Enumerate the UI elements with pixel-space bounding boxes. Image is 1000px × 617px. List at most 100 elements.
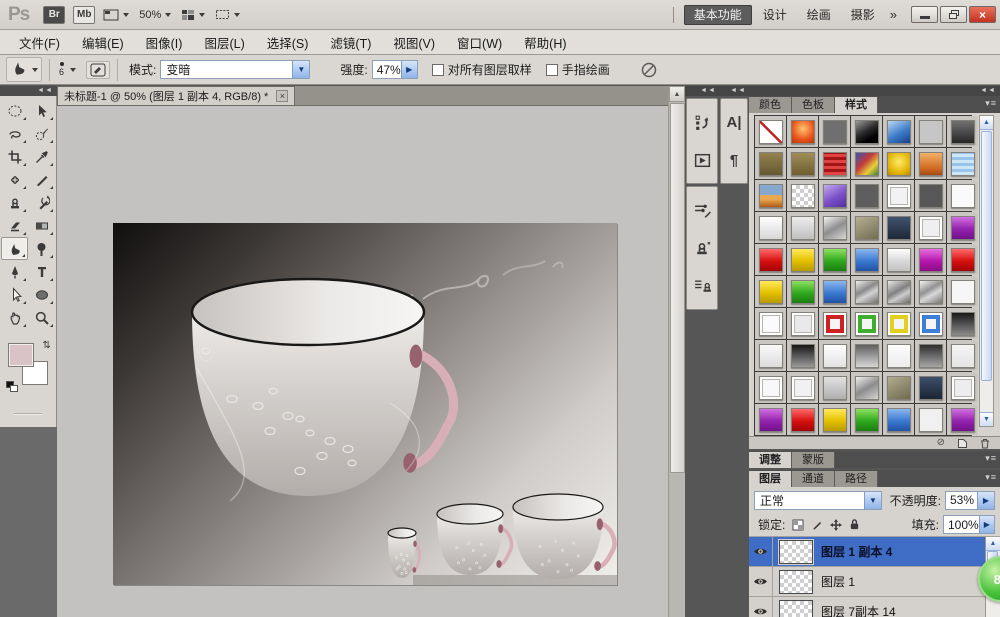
- ellipse-shape-tool[interactable]: [28, 283, 55, 306]
- style-swatch-25[interactable]: [855, 216, 879, 240]
- style-swatch-6[interactable]: [919, 120, 943, 144]
- style-swatch-23[interactable]: [791, 216, 815, 240]
- finger-painting-checkbox[interactable]: [546, 64, 558, 76]
- pen-tool[interactable]: [1, 260, 28, 283]
- brush-tool[interactable]: [28, 168, 55, 191]
- style-swatch-49[interactable]: [951, 312, 975, 336]
- fill-input[interactable]: 100% ▶: [943, 515, 995, 534]
- layer-thumbnail[interactable]: [779, 570, 813, 594]
- style-swatch-3[interactable]: [823, 120, 847, 144]
- layers-tab-通道[interactable]: 通道: [792, 471, 835, 487]
- styles-tab-色板[interactable]: 色板: [792, 97, 835, 113]
- tools-panel-collapse[interactable]: ◄◄: [0, 86, 57, 96]
- minimize-button[interactable]: [911, 6, 938, 23]
- zoom-level-button[interactable]: 50%: [139, 9, 171, 21]
- document-tab[interactable]: 未标题-1 @ 50% (图层 1 副本 4, RGB/8) * ×: [57, 86, 295, 105]
- style-swatch-57[interactable]: [759, 376, 783, 400]
- dock-collapse[interactable]: ◄◄: [749, 86, 1000, 96]
- style-swatch-61[interactable]: [887, 376, 911, 400]
- layer-row[interactable]: 图层 7副本 14: [749, 597, 1000, 617]
- clear-style-icon[interactable]: ⊘: [937, 438, 945, 448]
- style-swatch-32[interactable]: [855, 248, 879, 272]
- layer-thumbnail[interactable]: [779, 600, 813, 617]
- style-swatch-17[interactable]: [823, 184, 847, 208]
- delete-style-icon[interactable]: [980, 438, 990, 449]
- style-swatch-38[interactable]: [823, 280, 847, 304]
- style-swatch-16[interactable]: [791, 184, 815, 208]
- workspace-button-绘画[interactable]: 绘画: [798, 6, 840, 24]
- style-swatch-62[interactable]: [919, 376, 943, 400]
- layer-row[interactable]: 图层 1 副本 4: [749, 537, 1000, 567]
- menu-item[interactable]: 图层(L): [193, 30, 255, 55]
- style-swatch-8[interactable]: [759, 152, 783, 176]
- type-tool[interactable]: [28, 260, 55, 283]
- close-document-icon[interactable]: ×: [276, 90, 288, 102]
- style-swatch-24[interactable]: [823, 216, 847, 240]
- character-panel-icon[interactable]: A|: [721, 103, 747, 141]
- history-panel-icon[interactable]: [687, 103, 717, 141]
- tool-presets-panel-icon[interactable]: [687, 267, 717, 305]
- layers-tab-图层[interactable]: 图层: [749, 471, 792, 487]
- swap-colors-icon[interactable]: ⇄: [40, 340, 51, 348]
- lock-all-icon[interactable]: [849, 518, 860, 531]
- panel-menu-icon[interactable]: ▾≡: [985, 453, 997, 464]
- menu-item[interactable]: 帮助(H): [513, 30, 577, 55]
- menu-item[interactable]: 视图(V): [382, 30, 446, 55]
- dodge-tool[interactable]: [28, 237, 55, 260]
- arrange-documents-button[interactable]: [181, 9, 205, 21]
- style-swatch-46[interactable]: [855, 312, 879, 336]
- airbrush-icon[interactable]: [640, 61, 658, 79]
- strip-collapse[interactable]: ◄◄: [685, 86, 719, 96]
- style-swatch-68[interactable]: [887, 408, 911, 432]
- scroll-down-icon[interactable]: ▼: [980, 412, 993, 426]
- smudge-tool[interactable]: [1, 237, 28, 260]
- styles-tab-样式[interactable]: 样式: [835, 97, 878, 113]
- style-swatch-52[interactable]: [823, 344, 847, 368]
- strength-input[interactable]: 47% ▶: [372, 60, 418, 79]
- style-swatch-18[interactable]: [855, 184, 879, 208]
- artwork-image[interactable]: [113, 223, 617, 585]
- style-swatch-50[interactable]: [759, 344, 783, 368]
- style-swatch-41[interactable]: [919, 280, 943, 304]
- layer-visibility-toggle[interactable]: [749, 567, 773, 596]
- view-extras-button[interactable]: [103, 9, 129, 21]
- menu-item[interactable]: 编辑(E): [71, 30, 135, 55]
- sample-all-layers-option[interactable]: 对所有图层取样: [432, 61, 532, 78]
- style-swatch-63[interactable]: [951, 376, 975, 400]
- style-swatch-19[interactable]: [887, 184, 911, 208]
- styles-scrollbar[interactable]: ▲ ▼: [979, 115, 994, 427]
- style-swatch-33[interactable]: [887, 248, 911, 272]
- style-swatch-7[interactable]: [951, 120, 975, 144]
- more-workspaces-chevron[interactable]: »: [890, 7, 897, 22]
- menu-item[interactable]: 滤镜(T): [319, 30, 382, 55]
- scroll-up-icon[interactable]: ▲: [980, 116, 993, 130]
- style-swatch-64[interactable]: [759, 408, 783, 432]
- layer-row[interactable]: 图层 1: [749, 567, 1000, 597]
- style-swatch-14[interactable]: [951, 152, 975, 176]
- brush-preset-picker[interactable]: 6: [59, 62, 64, 77]
- strip-collapse[interactable]: ◄◄: [719, 86, 749, 96]
- style-swatch-43[interactable]: [759, 312, 783, 336]
- style-swatch-59[interactable]: [823, 376, 847, 400]
- lasso-tool[interactable]: [1, 122, 28, 145]
- style-swatch-22[interactable]: [759, 216, 783, 240]
- layers-tab-路径[interactable]: 路径: [835, 471, 878, 487]
- healing-brush-tool[interactable]: [1, 168, 28, 191]
- actions-panel-icon[interactable]: [687, 141, 717, 179]
- styles-tab-颜色[interactable]: 颜色: [749, 97, 792, 113]
- workspace-button-设计[interactable]: 设计: [754, 6, 796, 24]
- blend-mode-select[interactable]: 变暗 ▼: [160, 60, 310, 79]
- style-swatch-20[interactable]: [919, 184, 943, 208]
- brush-panel-icon[interactable]: [687, 191, 717, 229]
- style-swatch-21[interactable]: [951, 184, 975, 208]
- new-style-icon[interactable]: [957, 438, 968, 449]
- gradient-tool[interactable]: [28, 214, 55, 237]
- menu-item[interactable]: 窗口(W): [446, 30, 513, 55]
- style-swatch-15[interactable]: [759, 184, 783, 208]
- style-swatch-67[interactable]: [855, 408, 879, 432]
- style-swatch-27[interactable]: [919, 216, 943, 240]
- style-swatch-2[interactable]: [791, 120, 815, 144]
- layer-visibility-toggle[interactable]: [749, 597, 773, 617]
- eraser-tool[interactable]: [1, 214, 28, 237]
- layer-visibility-toggle[interactable]: [749, 537, 773, 566]
